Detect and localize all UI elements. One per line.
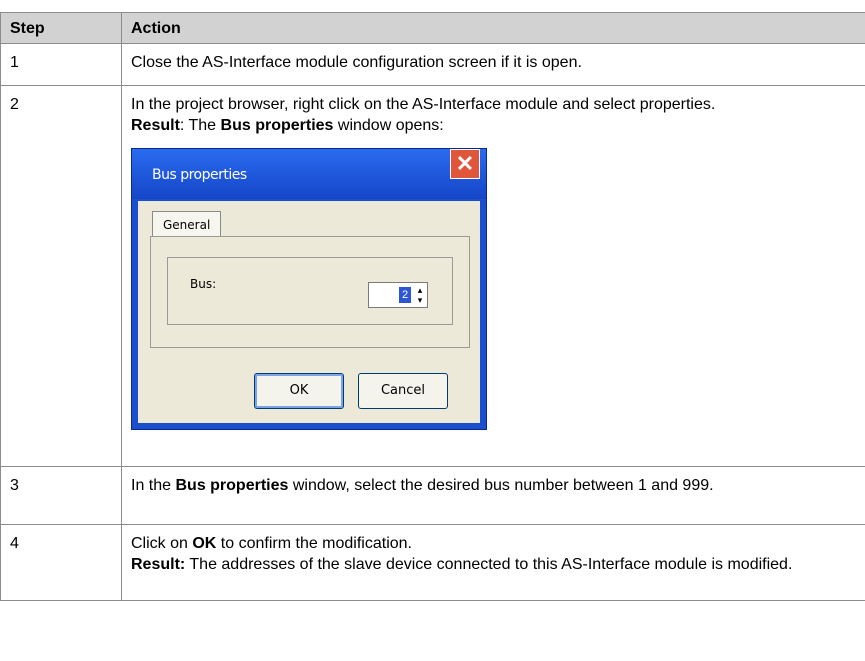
cancel-button[interactable]: Cancel bbox=[358, 373, 448, 409]
header-step: Step bbox=[0, 12, 122, 44]
step-text: to confirm the modification. bbox=[216, 535, 412, 552]
step-number: 4 bbox=[0, 524, 122, 601]
step-action: Click on OK to confirm the modification.… bbox=[121, 524, 865, 601]
step-number: 1 bbox=[0, 43, 122, 86]
result-text: window opens: bbox=[333, 117, 444, 134]
dialog-titlebar: Bus properties ✕ bbox=[132, 149, 486, 199]
step-number: 3 bbox=[0, 466, 122, 525]
step-number: 2 bbox=[0, 85, 122, 467]
bus-number-spinner[interactable]: 2 ▴ ▾ bbox=[368, 282, 428, 308]
step-action-text: Click on OK to confirm the modification. bbox=[131, 533, 858, 554]
bus-label: Bus: bbox=[190, 277, 217, 291]
procedure-table: Step Action 1 Close the AS-Interface mod… bbox=[0, 12, 865, 601]
bus-properties-dialog: Bus properties ✕ General Bus: 2 ▴ ▾ OK C… bbox=[131, 148, 487, 430]
table-row: 1 Close the AS-Interface module configur… bbox=[0, 43, 865, 86]
step-action: In the project browser, right click on t… bbox=[121, 85, 865, 467]
cell-spacer bbox=[131, 430, 858, 460]
step-action-text: In the project browser, right click on t… bbox=[131, 96, 716, 113]
header-action: Action bbox=[121, 12, 865, 44]
table-header-row: Step Action bbox=[0, 12, 865, 44]
step-result: Result: The addresses of the slave devic… bbox=[131, 554, 858, 575]
dialog-title: Bus properties bbox=[152, 167, 247, 183]
step-text: In the bbox=[131, 477, 176, 494]
table-row: 4 Click on OK to confirm the modificatio… bbox=[0, 524, 865, 601]
step-text: Click on bbox=[131, 535, 193, 552]
result-label: Result bbox=[131, 117, 180, 134]
table-row: 2 In the project browser, right click on… bbox=[0, 85, 865, 467]
step-result: Result: The Bus properties window opens: bbox=[131, 115, 858, 136]
close-icon[interactable]: ✕ bbox=[450, 149, 480, 179]
ok-button[interactable]: OK bbox=[254, 373, 344, 409]
tab-general[interactable]: General bbox=[152, 211, 222, 237]
dialog-body: General Bus: 2 ▴ ▾ OK Cancel bbox=[138, 201, 480, 423]
ok-emphasis: OK bbox=[192, 535, 217, 552]
bus-properties-emphasis: Bus properties bbox=[175, 477, 289, 494]
step-action: In the Bus properties window, select the… bbox=[121, 466, 865, 525]
spinner-arrows-icon[interactable]: ▴ ▾ bbox=[415, 285, 425, 305]
step-action: Close the AS-Interface module configurat… bbox=[121, 43, 865, 86]
bus-group: Bus: 2 ▴ ▾ bbox=[167, 257, 453, 325]
tab-panel: Bus: 2 ▴ ▾ bbox=[150, 236, 470, 348]
bus-number-value[interactable]: 2 bbox=[399, 287, 411, 303]
result-text: : The bbox=[179, 117, 221, 134]
bus-properties-emphasis: Bus properties bbox=[220, 117, 334, 134]
table-row: 3 In the Bus properties window, select t… bbox=[0, 466, 865, 525]
step-text: window, select the desired bus number be… bbox=[288, 477, 714, 494]
result-text: The addresses of the slave device connec… bbox=[185, 556, 793, 573]
result-label: Result: bbox=[131, 556, 186, 573]
